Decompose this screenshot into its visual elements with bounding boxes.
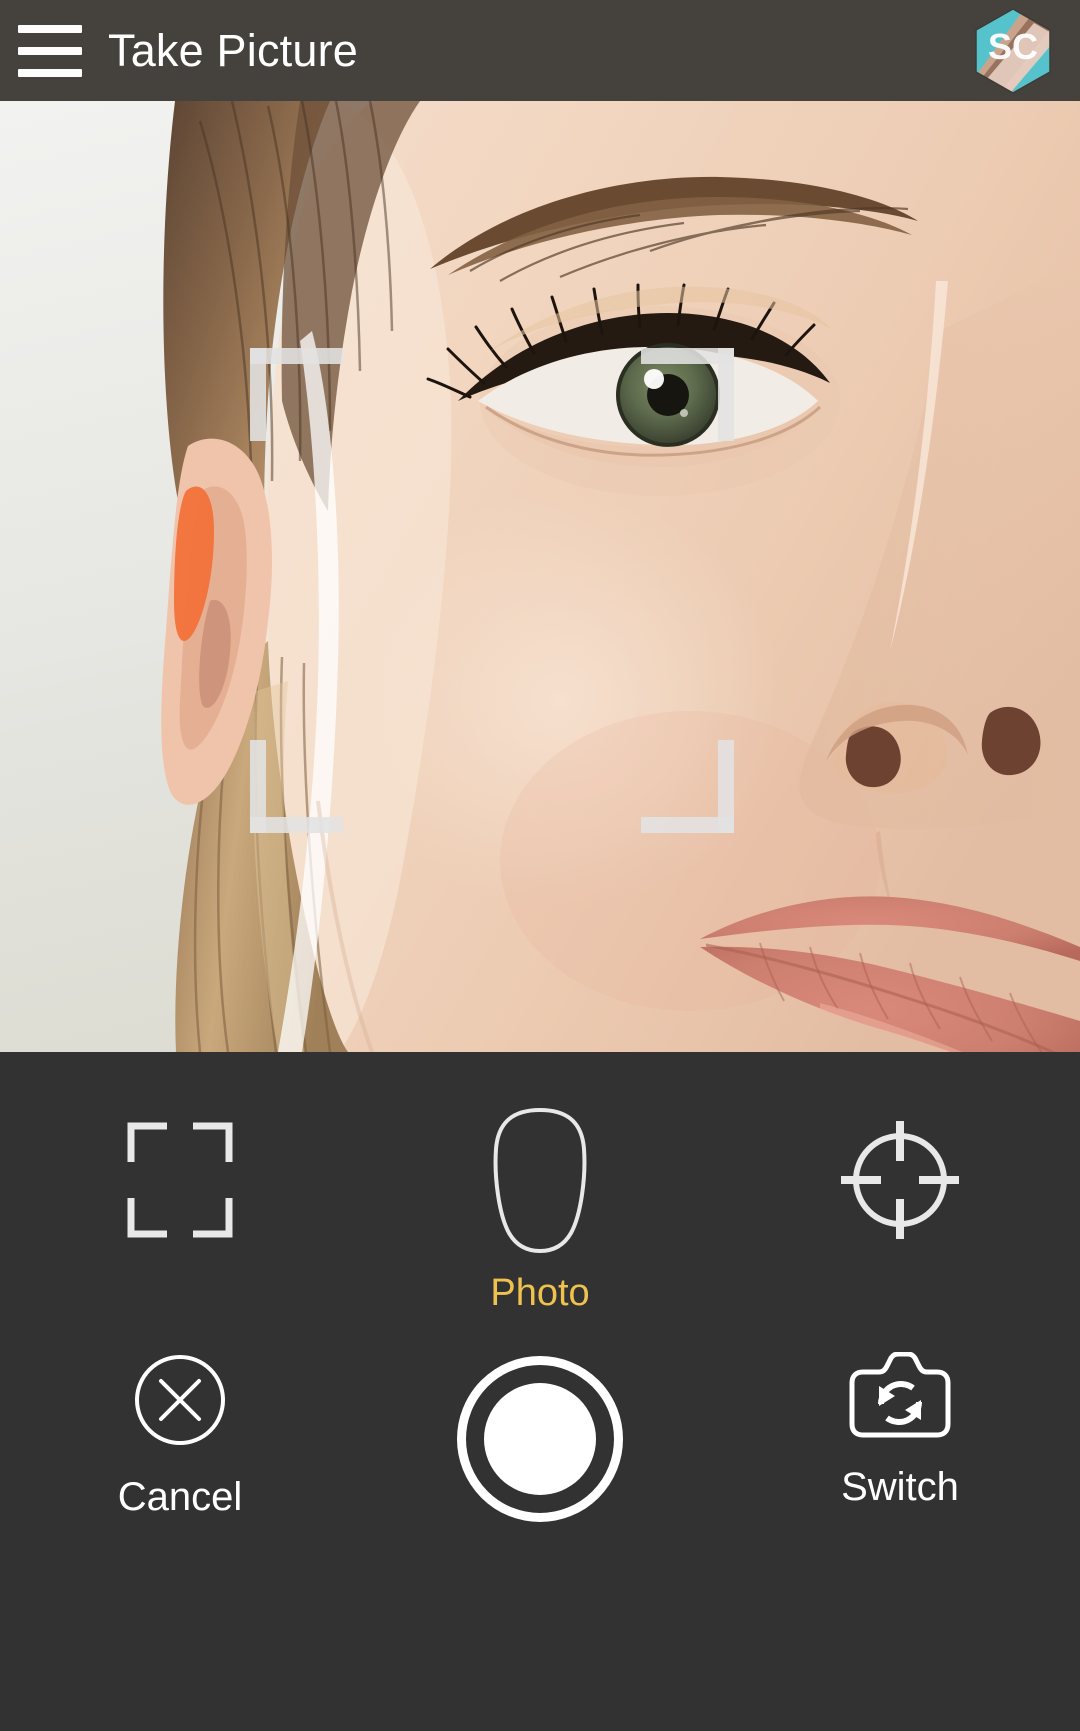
close-circle-icon [132, 1352, 228, 1453]
active-mode-label: Photo [490, 1272, 590, 1314]
page-title: Take Picture [108, 25, 359, 76]
app-bar: Take Picture SC [0, 0, 1080, 101]
switch-camera-button-label: Switch [841, 1465, 959, 1509]
brand-logo-icon[interactable]: SC [972, 7, 1054, 95]
crosshair-target-icon [841, 1121, 959, 1239]
capture-mode-row [0, 1100, 1080, 1260]
camera-preview[interactable] [0, 101, 1080, 1052]
hamburger-menu-icon[interactable] [18, 24, 82, 77]
crop-frame-icon [127, 1122, 233, 1238]
switch-camera-button[interactable]: Switch [720, 1351, 1080, 1509]
shutter-button-icon[interactable] [457, 1356, 623, 1522]
cancel-button-label: Cancel [117, 1475, 243, 1519]
camera-action-row: Cancel Switch [0, 1351, 1080, 1582]
camera-capture-screen: Take Picture SC Photo Cancel Switch [0, 0, 1080, 1731]
mode-button-target[interactable] [720, 1100, 1080, 1260]
shutter-inner-disc [484, 1383, 596, 1495]
camera-controls-panel: Photo Cancel Switch [0, 1052, 1080, 1731]
svg-text:SC: SC [988, 26, 1038, 67]
mode-button-face[interactable] [360, 1100, 720, 1260]
hamburger-line [18, 24, 82, 33]
hamburger-line [18, 68, 82, 77]
face-oval-icon [493, 1107, 587, 1254]
camera-switch-icon [849, 1351, 951, 1443]
cancel-button[interactable]: Cancel [0, 1352, 360, 1517]
shutter-button[interactable] [360, 1352, 720, 1522]
hamburger-line [18, 46, 82, 55]
mode-button-crop[interactable] [0, 1100, 360, 1260]
